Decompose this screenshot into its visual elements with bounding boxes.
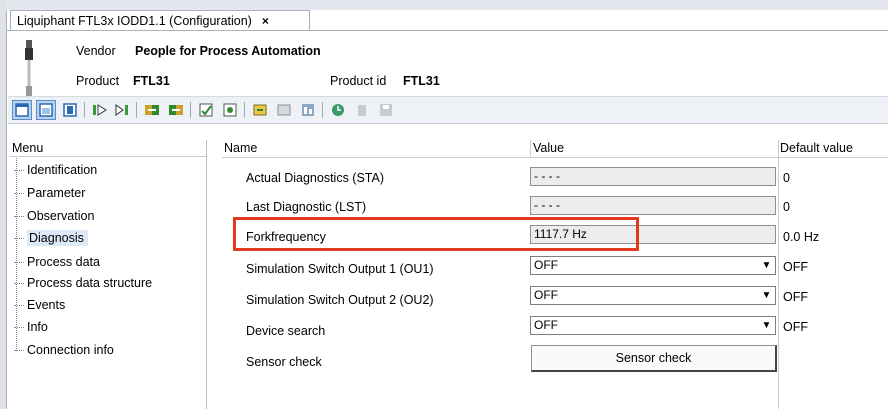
menu-item-info[interactable]: Info (14, 320, 48, 334)
chevron-down-icon[interactable]: ▼ (758, 317, 775, 334)
toolbar-separator (244, 102, 245, 118)
toolbar-separator (322, 102, 323, 118)
value-field-lst: - - - - (530, 196, 776, 215)
row-name: Simulation Switch Output 1 (OU1) (246, 262, 434, 276)
delete-icon[interactable] (352, 100, 372, 120)
dropdown-value: OFF (534, 288, 558, 302)
product-id-value: FTL31 (403, 74, 440, 88)
dropdown-value: OFF (534, 258, 558, 272)
vendor-value: People for Process Automation (135, 44, 321, 58)
default-value: 0.0 Hz (783, 230, 820, 244)
toolbar-separator (136, 102, 137, 118)
default-value: OFF (783, 320, 808, 334)
menu-item-observation[interactable]: Observation (14, 209, 94, 223)
product-id-label: Product id (330, 74, 387, 88)
row-name: Simulation Switch Output 2 (OU2) (246, 293, 434, 307)
menu-item-parameter[interactable]: Parameter (14, 186, 85, 200)
toolbar-separator (84, 102, 85, 118)
column-value[interactable]: Value (533, 140, 564, 156)
tab-divider (6, 30, 888, 31)
column-divider (530, 140, 531, 157)
go-online-icon[interactable] (90, 100, 110, 120)
default-value: OFF (783, 260, 808, 274)
print-icon[interactable] (298, 100, 318, 120)
close-icon[interactable]: × (262, 14, 269, 28)
product-label: Product (76, 74, 120, 88)
menu-header: Menu (10, 140, 206, 157)
menu-item-process-data-structure[interactable]: Process data structure (14, 276, 152, 290)
default-value: OFF (783, 290, 808, 304)
tab-configuration[interactable]: Liquiphant FTL3x IODD1.1 (Configuration)… (10, 10, 310, 30)
chevron-down-icon[interactable]: ▼ (758, 287, 775, 304)
menu-item-diagnosis[interactable]: Diagnosis (14, 230, 88, 246)
column-name[interactable]: Name (224, 140, 257, 156)
menu-tree (10, 140, 207, 409)
column-divider (778, 140, 779, 409)
toolbar (8, 96, 888, 124)
upload-icon[interactable] (142, 100, 162, 120)
save-icon[interactable] (376, 100, 396, 120)
compare-icon[interactable] (220, 100, 240, 120)
chevron-down-icon[interactable]: ▼ (758, 257, 775, 274)
menu-item-connection-info[interactable]: Connection info (14, 343, 114, 357)
row-name: Sensor check (246, 355, 322, 369)
device-image-icon (25, 40, 33, 96)
layout-full-icon[interactable] (36, 100, 56, 120)
product-value: FTL31 (133, 74, 170, 88)
device-search-dropdown[interactable]: OFF ▼ (530, 316, 776, 335)
default-value: 0 (783, 200, 790, 214)
verify-icon[interactable] (196, 100, 216, 120)
layout-side-icon[interactable] (60, 100, 80, 120)
toolbar-separator (190, 102, 191, 118)
row-name: Actual Diagnostics (STA) (246, 171, 385, 185)
highlight-box (233, 217, 639, 251)
go-offline-icon[interactable] (112, 100, 132, 120)
sim-output1-dropdown[interactable]: OFF ▼ (530, 256, 776, 275)
tab-strip (6, 0, 888, 10)
sim-output2-dropdown[interactable]: OFF ▼ (530, 286, 776, 305)
refresh-icon[interactable] (328, 100, 348, 120)
value-field-sta: - - - - (530, 167, 776, 186)
import-icon[interactable] (250, 100, 270, 120)
row-name: Last Diagnostic (LST) (246, 200, 367, 214)
sensor-check-button[interactable]: Sensor check (531, 345, 777, 372)
column-default[interactable]: Default value (780, 140, 853, 156)
row-name: Device search (246, 324, 326, 338)
menu-item-events[interactable]: Events (14, 298, 65, 312)
grid-header: Name Value Default value (222, 140, 888, 158)
window-left-border (0, 0, 7, 409)
layout-tree-icon[interactable] (12, 100, 32, 120)
vendor-label: Vendor (76, 44, 116, 58)
download-icon[interactable] (166, 100, 186, 120)
tab-title: Liquiphant FTL3x IODD1.1 (Configuration) (17, 13, 252, 28)
menu-item-identification[interactable]: Identification (14, 163, 97, 177)
default-value: 0 (783, 171, 790, 185)
export-icon[interactable] (274, 100, 294, 120)
dropdown-value: OFF (534, 318, 558, 332)
menu-item-process-data[interactable]: Process data (14, 255, 100, 269)
